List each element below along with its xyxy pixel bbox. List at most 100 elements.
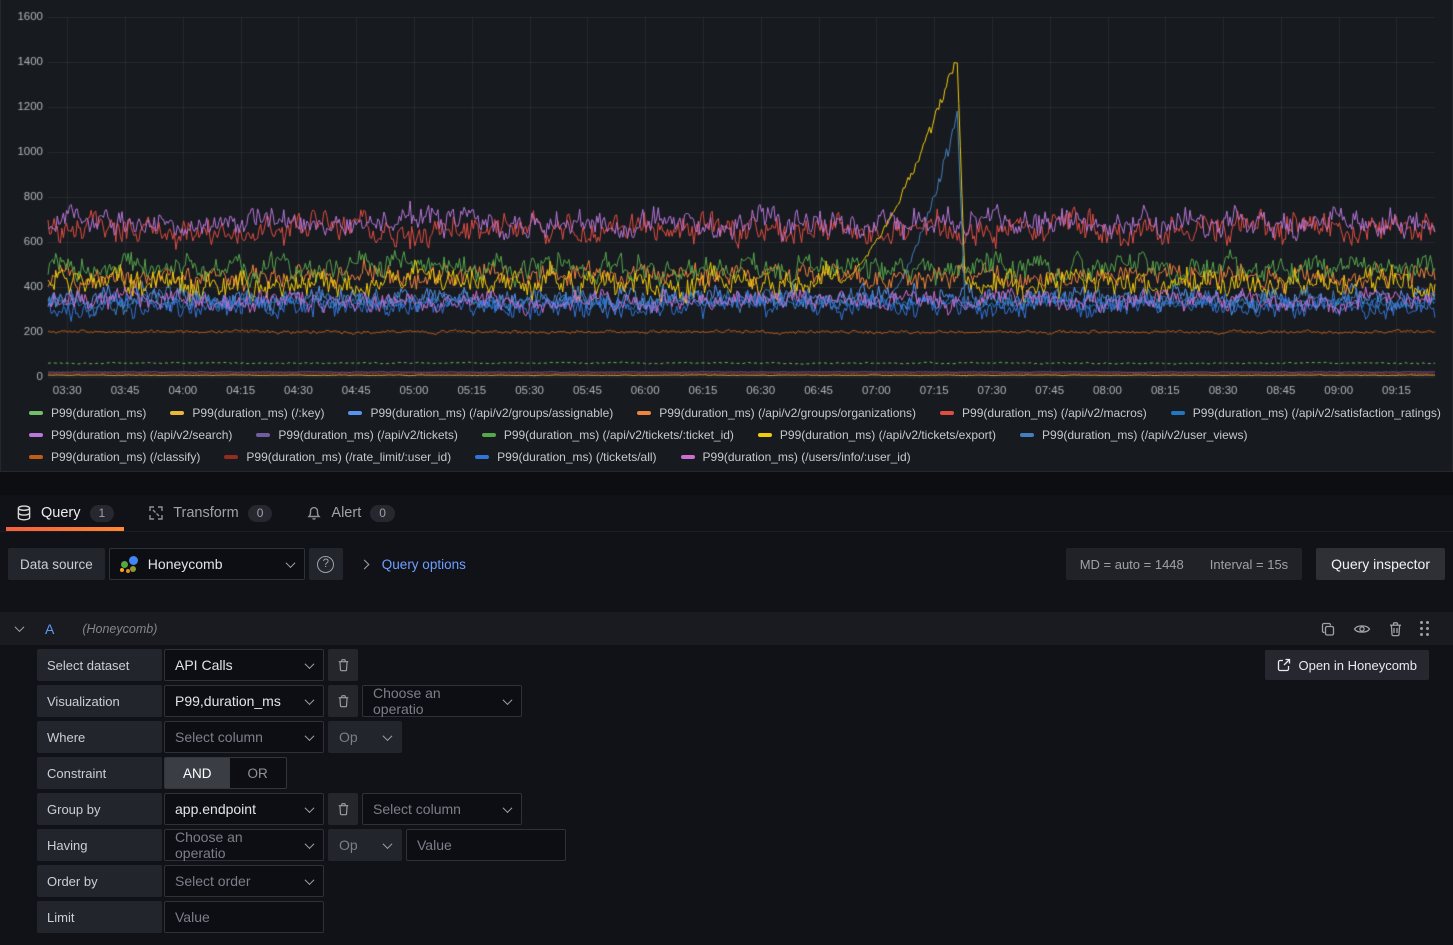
having-label: Having	[37, 829, 162, 861]
open-in-honeycomb-button[interactable]: Open in Honeycomb	[1265, 650, 1429, 680]
query-options-summary: MD = auto = 1448 Interval = 15s	[1066, 548, 1302, 580]
query-row-header[interactable]: A (Honeycomb)	[0, 612, 1453, 645]
bell-icon	[306, 505, 322, 521]
timeseries-panel: P99(duration_ms) P99(duration_ms) (/:key)…	[0, 0, 1453, 472]
legend-series-swatch	[170, 411, 184, 415]
where-column-dropdown[interactable]: Select column	[164, 721, 324, 753]
external-link-icon	[1277, 658, 1291, 672]
legend-row: P99(duration_ms) (/api/v2/search) P99(dur…	[29, 424, 1452, 446]
legend-item[interactable]: P99(duration_ms) (/tickets/all)	[475, 450, 656, 464]
legend-item[interactable]: P99(duration_ms) (/:key)	[170, 406, 324, 420]
legend-series-label: P99(duration_ms) (/api/v2/satisfaction_r…	[1193, 406, 1441, 420]
constraint-or-button[interactable]: OR	[230, 758, 286, 788]
trash-icon	[337, 658, 350, 672]
eye-icon	[1353, 621, 1371, 637]
duplicate-query-button[interactable]	[1320, 621, 1336, 637]
legend-series-label: P99(duration_ms) (/api/v2/tickets/export…	[780, 428, 996, 442]
select-dataset-dropdown[interactable]: API Calls	[164, 649, 324, 681]
help-icon: ?	[317, 556, 334, 573]
legend-item[interactable]: P99(duration_ms) (/api/v2/macros)	[940, 406, 1147, 420]
trash-icon	[337, 694, 350, 708]
legend-series-swatch	[681, 455, 695, 459]
tab-alert-count: 0	[370, 505, 395, 522]
select-dataset-label: Select dataset	[37, 649, 162, 681]
legend-series-label: P99(duration_ms) (/classify)	[51, 450, 200, 464]
legend-item[interactable]: P99(duration_ms) (/classify)	[29, 450, 200, 464]
tab-query[interactable]: Query 1	[6, 495, 124, 531]
legend-item[interactable]: P99(duration_ms) (/api/v2/groups/organiz…	[637, 406, 916, 420]
group-by-column-dropdown[interactable]: Select column	[362, 793, 522, 825]
tab-alert[interactable]: Alert 0	[296, 495, 405, 531]
legend-series-swatch	[348, 411, 362, 415]
group-by-dropdown[interactable]: app.endpoint	[164, 793, 324, 825]
query-datasource-name: (Honeycomb)	[82, 622, 157, 636]
order-by-dropdown[interactable]: Select order	[164, 865, 324, 897]
copy-icon	[1320, 621, 1336, 637]
constraint-label: Constraint	[37, 757, 162, 789]
group-by-row: Group by app.endpoint Select column	[37, 793, 1453, 825]
legend-item[interactable]: P99(duration_ms) (/api/v2/user_views)	[1020, 428, 1247, 442]
order-by-label: Order by	[37, 865, 162, 897]
legend-series-swatch	[475, 455, 489, 459]
legend-row: P99(duration_ms) P99(duration_ms) (/:key)…	[29, 402, 1452, 424]
chevron-down-icon	[503, 803, 513, 813]
query-inspector-button[interactable]: Query inspector	[1316, 548, 1445, 580]
visualization-operation-dropdown[interactable]: Choose an operatio	[362, 685, 522, 717]
legend-series-swatch	[29, 433, 43, 437]
chevron-right-icon	[359, 559, 369, 569]
legend-series-label: P99(duration_ms) (/api/v2/user_views)	[1042, 428, 1247, 442]
constraint-and-button[interactable]: AND	[165, 758, 230, 788]
having-value-input[interactable]	[406, 829, 566, 861]
legend-item[interactable]: P99(duration_ms) (/api/v2/groups/assigna…	[348, 406, 613, 420]
timeseries-chart[interactable]	[1, 0, 1453, 400]
where-op-dropdown[interactable]: Op	[328, 721, 402, 753]
having-operation-dropdown[interactable]: Choose an operatio	[164, 829, 324, 861]
chart-legend: P99(duration_ms) P99(duration_ms) (/:key)…	[1, 400, 1452, 468]
legend-item[interactable]: P99(duration_ms) (/api/v2/tickets/:ticke…	[482, 428, 734, 442]
visualization-dropdown[interactable]: P99,duration_ms	[164, 685, 324, 717]
datasource-picker[interactable]: Honeycomb	[109, 548, 305, 580]
legend-item[interactable]: P99(duration_ms) (/rate_limit/:user_id)	[224, 450, 451, 464]
legend-series-label: P99(duration_ms) (/users/info/:user_id)	[703, 450, 911, 464]
select-dataset-row: Select dataset API Calls Open in Honeyco…	[37, 649, 1453, 681]
chevron-down-icon	[305, 875, 315, 885]
chevron-down-icon	[503, 695, 513, 705]
tab-transform[interactable]: Transform 0	[138, 495, 282, 531]
remove-visualization-button[interactable]	[328, 685, 358, 717]
legend-item[interactable]: P99(duration_ms) (/api/v2/tickets/export…	[758, 428, 996, 442]
limit-value-input[interactable]	[164, 901, 324, 933]
query-toolbar: Data source Honeycomb ? Query options MD…	[8, 548, 1445, 580]
transform-icon	[148, 505, 164, 521]
editor-tabbar: Query 1 Transform 0 Alert 0	[0, 495, 1453, 532]
legend-series-swatch	[482, 433, 496, 437]
remove-group-by-button[interactable]	[328, 793, 358, 825]
order-by-row: Order by Select order	[37, 865, 1453, 897]
tab-transform-label: Transform	[173, 505, 239, 521]
legend-series-label: P99(duration_ms) (/rate_limit/:user_id)	[246, 450, 451, 464]
legend-item[interactable]: P99(duration_ms) (/api/v2/tickets)	[256, 428, 457, 442]
legend-item[interactable]: P99(duration_ms) (/api/v2/search)	[29, 428, 232, 442]
legend-item[interactable]: P99(duration_ms) (/api/v2/satisfaction_r…	[1171, 406, 1441, 420]
tab-alert-label: Alert	[331, 505, 361, 521]
chevron-down-icon	[285, 558, 295, 568]
legend-series-label: P99(duration_ms) (/:key)	[192, 406, 324, 420]
datasource-help-button[interactable]: ?	[309, 548, 343, 580]
legend-item[interactable]: P99(duration_ms) (/users/info/:user_id)	[681, 450, 911, 464]
hide-query-button[interactable]	[1353, 621, 1371, 637]
having-op-dropdown[interactable]: Op	[328, 829, 402, 861]
chevron-down-icon	[383, 731, 393, 741]
constraint-toggle: AND OR	[164, 757, 287, 789]
query-options-toggle[interactable]: Query options	[347, 557, 480, 572]
query-row-card: A (Honeycomb)	[0, 612, 1453, 945]
drag-handle-icon[interactable]	[1420, 621, 1429, 636]
legend-series-label: P99(duration_ms) (/api/v2/groups/organiz…	[659, 406, 916, 420]
visualization-row: Visualization P99,duration_ms Choose an …	[37, 685, 1453, 717]
collapse-chevron-icon[interactable]	[15, 622, 25, 632]
datasource-label: Data source	[8, 548, 105, 580]
legend-series-label: P99(duration_ms) (/api/v2/macros)	[962, 406, 1147, 420]
legend-series-swatch	[224, 455, 238, 459]
legend-item[interactable]: P99(duration_ms)	[29, 406, 146, 420]
limit-label: Limit	[37, 901, 162, 933]
remove-query-button[interactable]	[1388, 621, 1403, 637]
remove-dataset-button[interactable]	[328, 649, 358, 681]
